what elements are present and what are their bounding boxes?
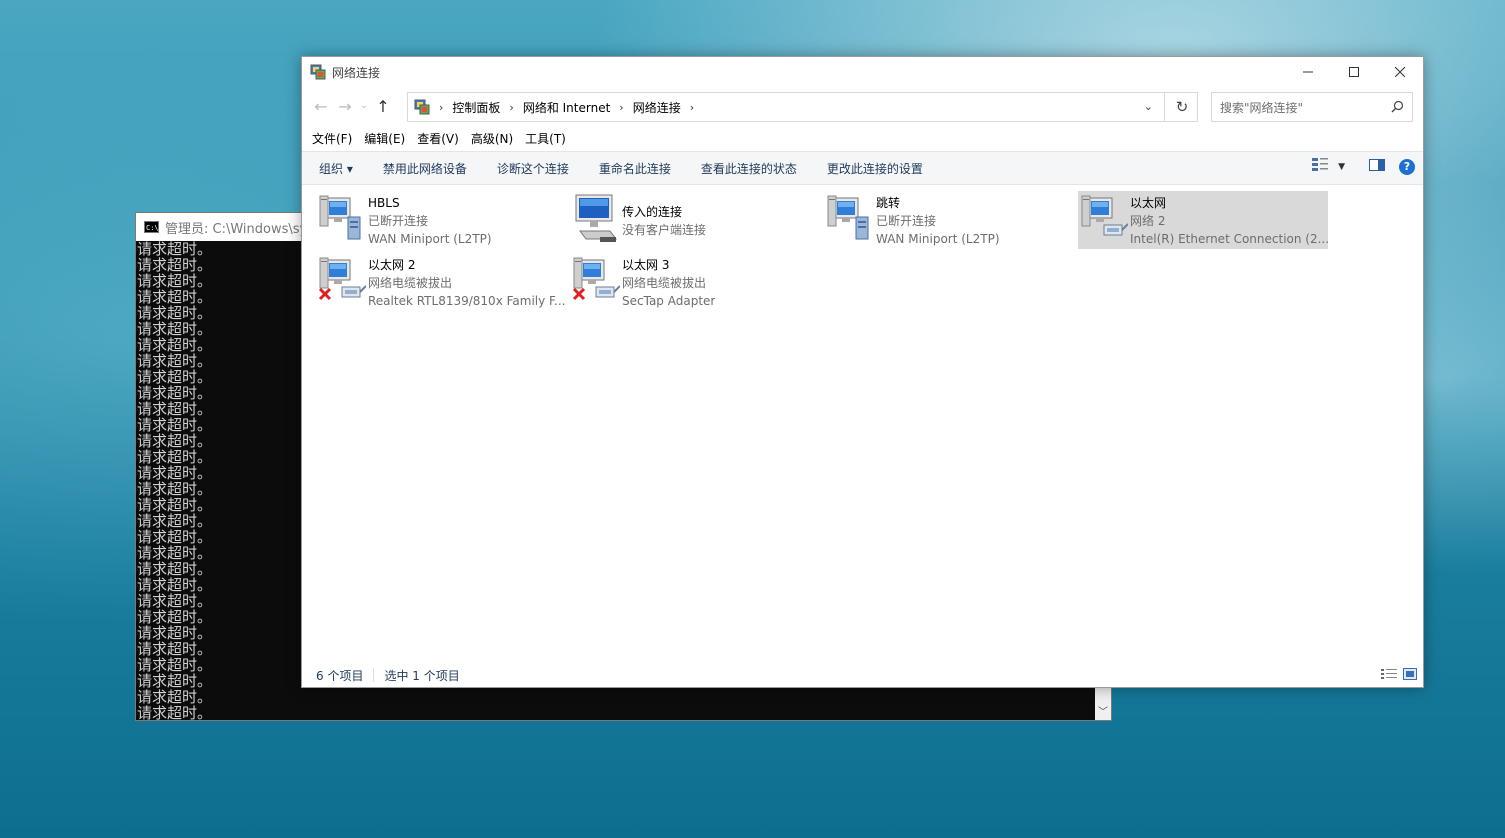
recent-locations-chevron-icon[interactable]: ⌄ [357, 101, 371, 111]
connection-status: 没有客户端连接 [622, 223, 707, 237]
connection-item[interactable]: 传入的连接没有客户端连接 [570, 191, 820, 249]
connection-status: 已断开连接 [876, 214, 937, 228]
breadcrumb-control-panel[interactable]: 控制面板 [452, 99, 500, 116]
back-arrow-icon[interactable]: ← [309, 97, 333, 116]
scroll-down-icon[interactable]: ﹀ [1098, 703, 1108, 718]
item-count: 6 个项目 [316, 668, 364, 683]
close-button[interactable] [1377, 57, 1423, 87]
connection-device: Realtek RTL8139/810x Family F... [368, 294, 566, 308]
cmd-output-line: 请求超时。 [137, 704, 213, 720]
network-connections-icon [310, 64, 326, 80]
status-bar: 6 个项目 选中 1 个项目 [302, 663, 1423, 687]
view-options-dropdown-icon[interactable]: ▼ [1338, 162, 1345, 172]
cmd-title: 管理员: C:\Windows\syst [165, 221, 320, 237]
breadcrumb-separator-icon[interactable]: › [439, 101, 443, 114]
network-connections-window[interactable]: 网络连接 ← → ⌄ ↑ › 控制面板 › 网络和 Internet › 网络连… [301, 56, 1424, 688]
refresh-button[interactable]: ↻ [1164, 92, 1199, 122]
help-icon[interactable]: ? [1399, 158, 1415, 175]
connection-name: HBLS [368, 196, 400, 210]
connection-device: WAN Miniport (L2TP) [368, 232, 492, 246]
connection-item[interactable]: 以太网网络 2 Intel(R) Ethernet Connection (2..… [1078, 191, 1328, 249]
disable-device-button[interactable]: 禁用此网络设备 [368, 160, 482, 177]
breadcrumb-separator-icon[interactable]: › [619, 101, 623, 114]
titlebar[interactable]: 网络连接 [302, 57, 1423, 87]
connection-item[interactable]: 以太网 3 网络电缆被拔出 SecTap Adapter [570, 253, 820, 311]
menu-advanced[interactable]: 高级(N) [465, 130, 519, 147]
search-icon[interactable] [1391, 100, 1404, 116]
search-placeholder: 搜索"网络连接" [1220, 100, 1304, 115]
window-title: 网络连接 [332, 65, 381, 80]
connection-name: 以太网 2 [368, 258, 416, 272]
organize-button[interactable]: 组织 ▾ [302, 160, 368, 177]
cmd-output-line: 请求超时。 [137, 688, 213, 706]
menu-bar: 文件(F) 编辑(E) 查看(V) 高级(N) 工具(T) [302, 125, 1423, 151]
preview-pane-icon[interactable] [1369, 159, 1385, 174]
menu-tools[interactable]: 工具(T) [519, 130, 572, 147]
view-status-button[interactable]: 查看此连接的状态 [686, 160, 812, 177]
connection-item[interactable]: 以太网 2 网络电缆被拔出 Realtek RTL8139/810x Family … [316, 253, 566, 311]
selected-count: 选中 1 个项目 [384, 668, 460, 683]
ethernet-unplugged-icon [316, 253, 368, 309]
connection-name: 跳转 [876, 196, 901, 210]
cmd-icon: C:\ [144, 221, 159, 233]
breadcrumb-separator-icon[interactable]: › [509, 101, 513, 114]
connection-status: 网络 2 [1130, 214, 1166, 228]
status-divider [373, 668, 375, 682]
menu-edit[interactable]: 编辑(E) [358, 130, 411, 147]
large-icons-view-icon[interactable] [1403, 668, 1417, 683]
minimize-button[interactable] [1285, 57, 1331, 87]
connection-status: 网络电缆被拔出 [622, 276, 707, 290]
connection-status: 已断开连接 [368, 214, 429, 228]
address-bar[interactable]: › 控制面板 › 网络和 Internet › 网络连接 › ⌄ [407, 92, 1198, 122]
change-view-icon[interactable] [1312, 158, 1329, 175]
incoming-connection-icon [570, 191, 622, 247]
ethernet-icon [1078, 191, 1130, 247]
vpn-icon [316, 191, 368, 247]
connection-item[interactable]: 跳转已断开连接 WAN Miniport (L2TP) [824, 191, 1074, 249]
breadcrumb-network-connections[interactable]: 网络连接 [633, 99, 681, 116]
connection-device: SecTap Adapter [622, 294, 716, 308]
details-view-icon[interactable] [1381, 668, 1397, 683]
address-dropdown-icon[interactable]: ⌄ [1144, 100, 1153, 113]
ethernet-unplugged-icon [570, 253, 622, 309]
connection-name: 以太网 3 [622, 258, 670, 272]
connection-device: WAN Miniport (L2TP) [876, 232, 1000, 246]
diagnose-connection-button[interactable]: 诊断这个连接 [482, 160, 584, 177]
command-bar: 组织 ▾ 禁用此网络设备 诊断这个连接 重命名此连接 查看此连接的状态 更改此连… [302, 151, 1423, 185]
menu-view[interactable]: 查看(V) [411, 130, 465, 147]
breadcrumb-network-internet[interactable]: 网络和 Internet [523, 99, 610, 116]
breadcrumb-separator-icon[interactable]: › [690, 101, 694, 114]
forward-arrow-icon[interactable]: → [333, 97, 357, 116]
rename-connection-button[interactable]: 重命名此连接 [584, 160, 686, 177]
address-row: ← → ⌄ ↑ › 控制面板 › 网络和 Internet › 网络连接 › ⌄… [302, 87, 1423, 125]
maximize-button[interactable] [1331, 57, 1377, 87]
search-input[interactable]: 搜索"网络连接" [1211, 92, 1413, 122]
connection-status: 网络电缆被拔出 [368, 276, 453, 290]
up-arrow-icon[interactable]: ↑ [371, 97, 395, 116]
menu-file[interactable]: 文件(F) [306, 130, 358, 147]
change-settings-button[interactable]: 更改此连接的设置 [812, 160, 938, 177]
connections-list: HBLS 已断开连接 WAN Miniport (L2TP) 传入的连接没有客户端连接… [302, 185, 1423, 665]
vpn-icon [824, 191, 876, 247]
connection-item[interactable]: HBLS 已断开连接 WAN Miniport (L2TP) [316, 191, 566, 249]
connection-name: 以太网 [1130, 196, 1167, 210]
refresh-icon: ↻ [1175, 98, 1189, 116]
connection-name: 传入的连接 [622, 205, 683, 219]
control-panel-icon [414, 99, 430, 115]
connection-device: Intel(R) Ethernet Connection (2... [1130, 232, 1328, 246]
